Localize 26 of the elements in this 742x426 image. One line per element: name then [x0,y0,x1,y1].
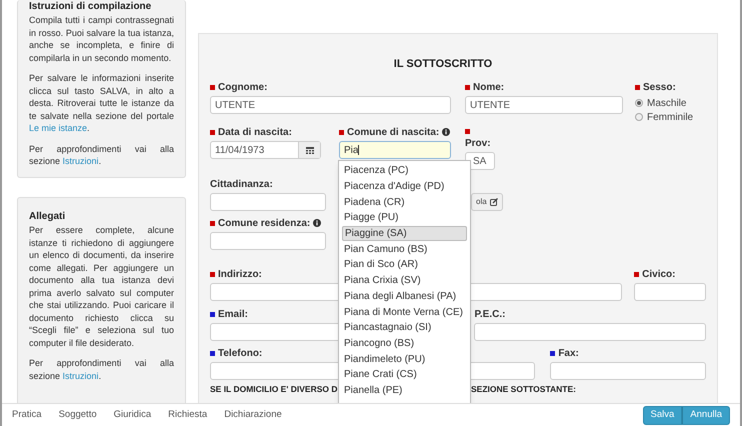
field-label: Fax: [558,346,579,360]
field-label: Nome: [473,80,504,94]
section-title: IL SOTTOSCRITTO [392,57,494,70]
field-label: Sesso: [643,80,676,94]
card-paragraph: Compila tutti i campi contrassegnati in rosso. Puoi salvare la tua istanza, anche se incompleta, e finire di compilarla in un secondo momento. [29,14,174,64]
section-note: SE IL DOMICILIO E' DIVERSO D [210,383,338,396]
field-label: P.E.C.: [474,308,506,322]
field-label: Indirizzo: [218,268,262,282]
card-paragraph: Per approfondimenti vai alla sezione Istruzioni. [29,357,174,382]
section-note: SEZIONE SOTTOSTANTE: [471,383,576,396]
field-label: Data di nascita: [218,126,292,140]
field-label: Telefono: [218,346,262,360]
card-title: Allegati [29,211,66,223]
radio-label: Maschile [647,96,686,110]
radio-label: Femminile [647,110,694,124]
field-label: Civico: [642,268,676,282]
field-label: Comune di nascita: [347,126,440,140]
field-label: Prov: [465,138,492,150]
field-label: Email: [218,308,248,322]
card-title: Istruzioni di compilazione [29,1,152,13]
field-label: Cittadinanza: [210,178,273,192]
card-paragraph: Per approfondimenti vai alla sezione Istruzioni. [29,142,174,168]
field-label: Cognome: [218,80,268,94]
field-label: Comune residenza: [218,216,310,230]
card-paragraph: Per essere complete, alcune istanze ti richiedono di aggiungere un elenco di documenti, da inserire come allegati. Per aggiungere un documento alla tua istanza devi prima averlo salvato sul computer che stai utilizzando. Puoi caricare il documento richiesto clicca su “Scegli file” e seleziona sul tuo computer il file desiderato. [29,224,174,349]
card-paragraph: Per salvare le informazioni inserite clicca sul tasto SALVA, in alto a desta. Ritroverai tutte le istanze da te salvate nella sezione del portale Le mie istanze. [29,72,174,134]
